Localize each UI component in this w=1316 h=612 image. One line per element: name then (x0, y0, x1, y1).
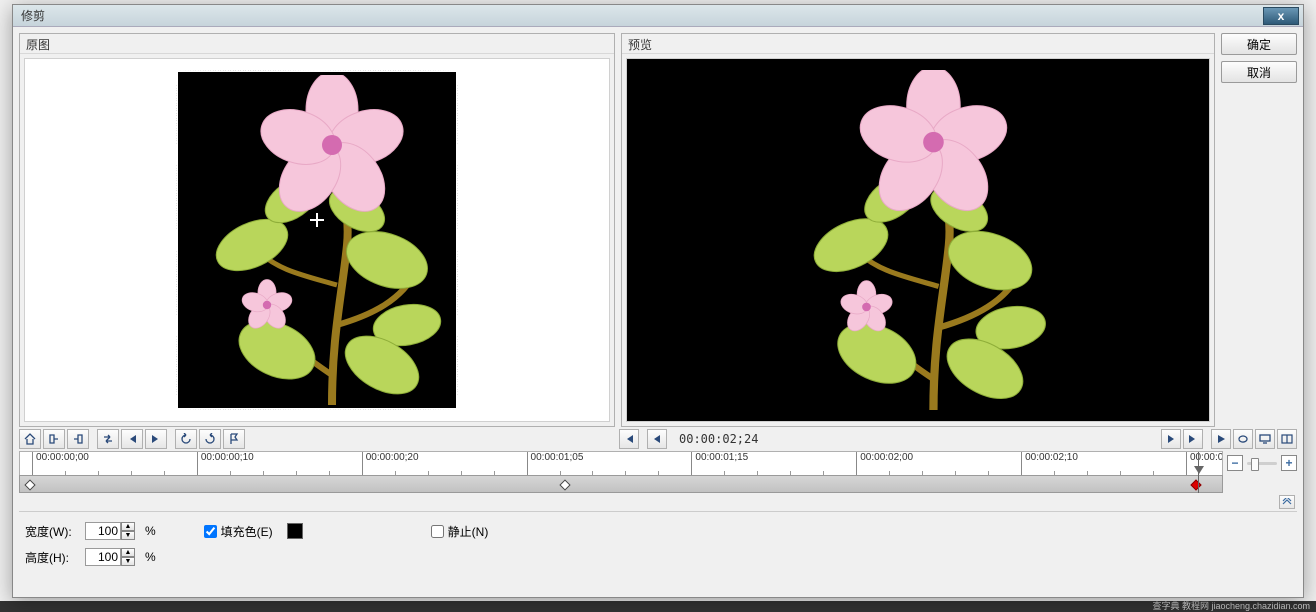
height-input[interactable] (85, 548, 121, 566)
tool-next-frame-icon[interactable] (145, 429, 167, 449)
width-percent-suffix: % (145, 524, 156, 538)
window-title: 修剪 (21, 7, 45, 24)
collapse-params-button[interactable] (1279, 495, 1295, 509)
height-spin-down[interactable]: ▼ (121, 557, 135, 566)
original-panel-body[interactable] (24, 58, 610, 422)
keyframe-mid-icon[interactable] (559, 479, 570, 490)
cancel-button[interactable]: 取消 (1221, 61, 1297, 83)
keyframe-end-icon[interactable] (1190, 479, 1201, 490)
keyframe-start-icon[interactable] (24, 479, 35, 490)
step-back-button[interactable] (647, 429, 667, 449)
zoom-slider[interactable] (1247, 462, 1277, 465)
go-end-button[interactable] (1183, 429, 1203, 449)
tool-home-icon[interactable] (19, 429, 41, 449)
height-label: 高度(H): (25, 549, 77, 566)
ruler-tick: 00:00:00;20 (362, 452, 419, 475)
flower-image (182, 75, 452, 405)
close-icon: x (1278, 9, 1285, 23)
width-spin-up[interactable]: ▲ (121, 522, 135, 531)
fill-color-swatch[interactable] (287, 523, 303, 539)
timecode-display: 00:00:02;24 (679, 432, 758, 446)
split-view-icon[interactable] (1277, 429, 1297, 449)
ruler-tick: 00:00:02;20 (1186, 452, 1223, 475)
width-label: 宽度(W): (25, 523, 77, 540)
fill-color-checkbox-wrap[interactable]: 填充色(E) (204, 523, 273, 540)
timeline-track[interactable] (19, 475, 1223, 493)
tool-rotate-right-icon[interactable] (199, 429, 221, 449)
width-input[interactable] (85, 522, 121, 540)
tool-flag-icon[interactable] (223, 429, 245, 449)
preview-panel-header: 预览 (622, 34, 1214, 54)
height-spin-up[interactable]: ▲ (121, 548, 135, 557)
tool-mark-out-icon[interactable] (67, 429, 89, 449)
ruler-tick: 00:00:02;10 (1021, 452, 1078, 475)
titlebar[interactable]: 修剪 x (13, 5, 1303, 27)
width-spin-down[interactable]: ▼ (121, 531, 135, 540)
preview-panel: 预览 (621, 33, 1215, 427)
play-button[interactable] (1211, 429, 1231, 449)
static-checkbox[interactable] (431, 525, 444, 538)
tool-mark-in-icon[interactable] (43, 429, 65, 449)
fill-color-label: 填充色(E) (221, 523, 273, 540)
tool-prev-frame-icon[interactable] (121, 429, 143, 449)
flower-preview-image (748, 70, 1088, 410)
original-panel-header: 原图 (20, 34, 614, 54)
crop-selection[interactable] (178, 72, 456, 408)
timeline[interactable]: 00:00:00;00 00:00:00;10 00:00:00;20 00:00:0… (19, 451, 1223, 493)
original-panel: 原图 (19, 33, 615, 427)
playhead[interactable] (1198, 452, 1199, 493)
loop-button[interactable] (1233, 429, 1253, 449)
ok-button[interactable]: 确定 (1221, 33, 1297, 55)
ruler-tick: 00:00:01;15 (691, 452, 748, 475)
static-label: 静止(N) (448, 523, 489, 540)
parameters-panel: 宽度(W): ▲ ▼ % 填充色(E) 静止(N) (19, 511, 1297, 591)
preview-image-box (703, 70, 1133, 410)
ruler-tick: 00:00:02;00 (856, 452, 913, 475)
zoom-out-button[interactable]: − (1227, 455, 1243, 471)
ruler-tick: 00:00:00;00 (32, 452, 89, 475)
close-button[interactable]: x (1263, 7, 1299, 25)
preview-panel-body (626, 58, 1210, 422)
height-percent-suffix: % (145, 550, 156, 564)
tool-swap-icon[interactable] (97, 429, 119, 449)
monitor-icon[interactable] (1255, 429, 1275, 449)
timeline-ruler[interactable]: 00:00:00;00 00:00:00;10 00:00:00;20 00:00:0… (19, 451, 1223, 475)
step-forward-button[interactable] (1161, 429, 1181, 449)
static-checkbox-wrap[interactable]: 静止(N) (431, 523, 489, 540)
ruler-tick: 00:00:01;05 (527, 452, 584, 475)
zoom-in-button[interactable]: + (1281, 455, 1297, 471)
crop-window: 修剪 x 原图 (12, 4, 1304, 598)
watermark-text: 查字典 教程网 jiaocheng.chazidian.com (0, 601, 1316, 612)
go-start-button[interactable] (619, 429, 639, 449)
dialog-sidebar: 确定 取消 (1221, 33, 1297, 427)
ruler-tick: 00:00:00;10 (197, 452, 254, 475)
tool-rotate-left-icon[interactable] (175, 429, 197, 449)
fill-color-checkbox[interactable] (204, 525, 217, 538)
